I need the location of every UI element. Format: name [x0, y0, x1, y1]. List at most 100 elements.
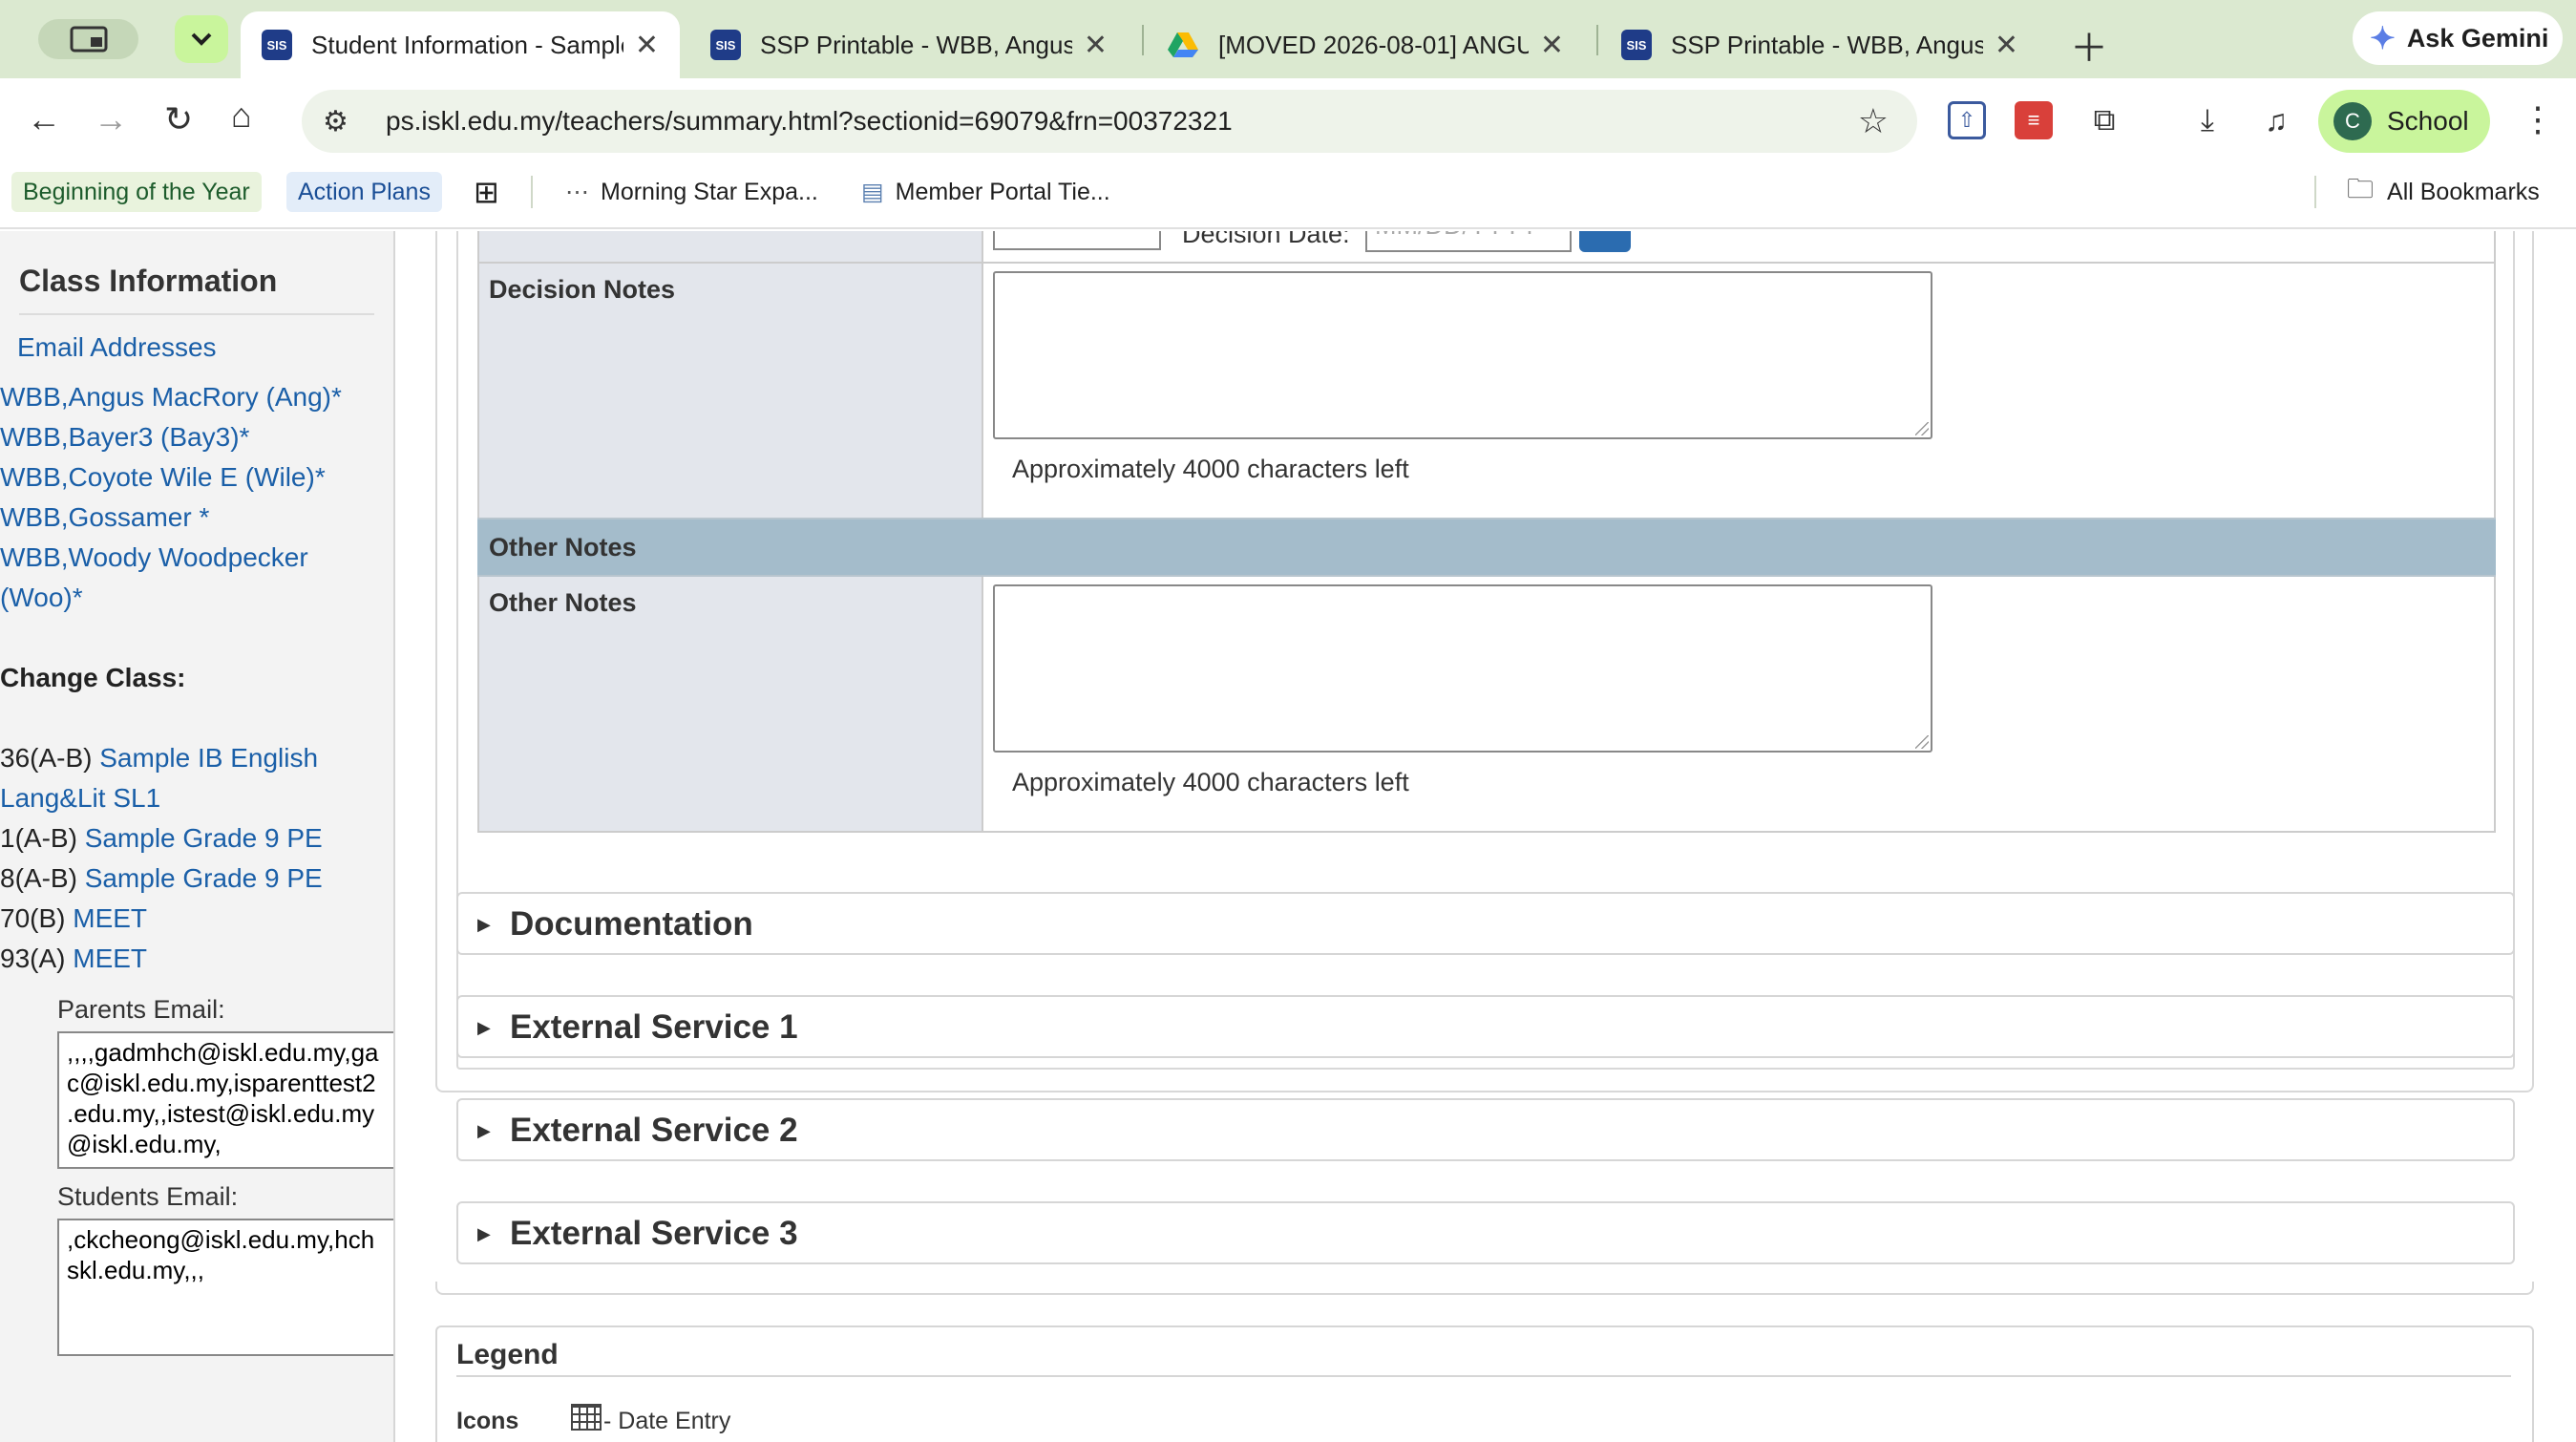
student-link[interactable]: WBB,Woody Woodpecker	[0, 542, 308, 573]
calendar-button[interactable]	[1579, 231, 1631, 252]
address-bar[interactable]: ⚙ ps.iskl.edu.my/teachers/summary.html?s…	[302, 90, 1917, 153]
extensions-puzzle-icon[interactable]: ⧉	[2085, 101, 2123, 139]
decision-select[interactable]	[993, 231, 1161, 250]
tab-search-button[interactable]	[175, 15, 228, 63]
tab-title: SSP Printable - WBB, Angus M	[1671, 30, 1983, 59]
documentation-section[interactable]: ▶ Documentation	[456, 892, 2515, 955]
avatar: C	[2333, 102, 2372, 140]
section-header-text: Other Notes	[489, 533, 637, 562]
date-placeholder: MM/DD/YYYY	[1375, 231, 1538, 240]
all-bookmarks-button[interactable]: 🗀 All Bookmarks	[2335, 172, 2551, 212]
class-period: 93(A) MEET	[0, 944, 147, 974]
profile-button[interactable]: C School	[2318, 90, 2490, 153]
reload-icon[interactable]: ↻	[164, 99, 193, 139]
parents-email-label: Parents Email:	[57, 995, 225, 1024]
triangle-right-icon: ▶	[477, 1121, 491, 1140]
external-service-3-section[interactable]: ▶ External Service 3	[456, 1201, 2515, 1264]
period-text: 1(A-B)	[0, 823, 77, 853]
calendar-icon	[571, 1404, 602, 1431]
triangle-right-icon: ▶	[477, 1018, 491, 1037]
close-icon[interactable]: ✕	[1540, 29, 1564, 62]
ask-gemini-button[interactable]: ✦ Ask Gemini	[2353, 11, 2563, 65]
sis-favicon-icon: SIS	[1621, 30, 1652, 60]
external-service-1-section[interactable]: ▶ External Service 1	[456, 995, 2515, 1058]
email-addresses-link[interactable]: Email Addresses	[17, 332, 217, 363]
window-icon	[70, 26, 107, 53]
legend-box: Legend Icons - Date Entry	[435, 1325, 2534, 1442]
forward-icon[interactable]: →	[94, 99, 128, 139]
bookmark-divider	[2314, 176, 2316, 208]
close-icon[interactable]: ✕	[1995, 29, 2018, 62]
triangle-right-icon: ▶	[477, 1224, 491, 1243]
other-notes-section-header: Other Notes	[477, 518, 2496, 577]
triangle-right-icon: ▶	[477, 915, 491, 934]
class-link[interactable]: Sample Grade 9 PE	[85, 823, 323, 853]
more-menu-icon[interactable]: ⋮	[2521, 99, 2555, 139]
new-tab-button[interactable]: ＋	[2070, 17, 2108, 73]
decision-date-input[interactable]: MM/DD/YYYY	[1365, 231, 1572, 252]
tab-student-information[interactable]: SIS Student Information - Sample ✕	[241, 11, 680, 78]
bookmark-label: Beginning of the Year	[23, 178, 250, 205]
student-link[interactable]: WBB,Bayer3 (Bay3)*	[0, 422, 249, 453]
period-text: 93(A)	[0, 944, 66, 973]
class-link[interactable]: Lang&Lit SL1	[0, 783, 160, 814]
url-text[interactable]: ps.iskl.edu.my/teachers/summary.html?sec…	[386, 106, 1233, 137]
class-link[interactable]: Sample IB English	[99, 743, 318, 773]
students-email-label: Students Email:	[57, 1182, 239, 1211]
drive-icon	[1168, 32, 1198, 57]
ask-gemini-label: Ask Gemini	[2406, 23, 2549, 53]
class-information-sidebar: Class Information Email Addresses WBB,An…	[0, 231, 395, 1442]
class-link[interactable]: MEET	[73, 903, 147, 933]
site-settings-icon[interactable]: ⚙	[323, 105, 361, 138]
divider	[19, 313, 374, 315]
class-period: 8(A-B) Sample Grade 9 PE	[0, 863, 323, 894]
form-panel-bottom	[435, 1282, 2534, 1295]
legend-title: Legend	[456, 1339, 559, 1370]
close-icon[interactable]: ✕	[1084, 29, 1108, 62]
media-control-icon[interactable]: ♫	[2257, 101, 2295, 139]
external-service-2-section[interactable]: ▶ External Service 2	[456, 1098, 2515, 1161]
tab-ssp-printable-1[interactable]: SIS SSP Printable - WBB, Angus M ✕	[689, 11, 1129, 78]
class-period: 36(A-B) Sample IB English	[0, 743, 318, 774]
extension-todoist-icon[interactable]: ≡	[2015, 101, 2053, 139]
student-link[interactable]: WBB,Angus MacRory (Ang)*	[0, 382, 342, 413]
bookmark-star-icon[interactable]: ☆	[1858, 101, 1889, 141]
decision-date-label: Decision Date:	[1182, 231, 1350, 248]
other-notes-textarea[interactable]	[993, 584, 1932, 753]
sis-favicon-icon: SIS	[262, 30, 292, 60]
bookmark-label: Action Plans	[298, 178, 431, 205]
student-link[interactable]: (Woo)*	[0, 583, 83, 613]
class-link[interactable]: MEET	[73, 944, 147, 973]
document-icon: ▤	[861, 179, 884, 205]
download-icon[interactable]: ⤓	[2188, 101, 2227, 139]
tab-moved-drive[interactable]: [MOVED 2026-08-01] ANGUS ✕	[1146, 11, 1585, 78]
parents-email-field[interactable]: ,,,,gadmhch@iskl.edu.my,ga c@iskl.edu.my…	[57, 1031, 393, 1169]
tab-divider	[1596, 25, 1598, 55]
sis-favicon-icon: SIS	[710, 30, 741, 60]
sidebar-title: Class Information	[19, 264, 278, 298]
decision-notes-textarea[interactable]	[993, 271, 1932, 439]
home-icon[interactable]: ⌂	[231, 95, 252, 136]
students-email-field[interactable]: ,ckcheong@iskl.edu.my,hch skl.edu.my,,,	[57, 1219, 393, 1356]
tab-ssp-printable-2[interactable]: SIS SSP Printable - WBB, Angus M ✕	[1600, 11, 2039, 78]
tab-groups-button[interactable]	[38, 19, 138, 59]
bookmark-label: All Bookmarks	[2387, 178, 2540, 205]
bookmark-morning-star[interactable]: ⋯ Morning Star Expa...	[554, 172, 830, 212]
decision-notes-label: Decision Notes	[489, 275, 676, 304]
tab-title: SSP Printable - WBB, Angus M	[760, 30, 1072, 59]
extension-upload-icon[interactable]: ⇧	[1948, 101, 1986, 139]
student-link[interactable]: WBB,Coyote Wile E (Wile)*	[0, 462, 326, 493]
decision-notes-char-count: Approximately 4000 characters left	[1012, 455, 1409, 483]
chevron-down-icon	[191, 32, 212, 46]
bookmark-beginning-of-year[interactable]: Beginning of the Year	[11, 172, 262, 212]
bookmark-member-portal[interactable]: ▤ Member Portal Tie...	[850, 172, 1122, 212]
bookmark-action-plans[interactable]: Action Plans	[286, 172, 442, 212]
student-link[interactable]: WBB,Gossamer *	[0, 502, 209, 533]
bookmark-label: Member Portal Tie...	[895, 178, 1110, 205]
apps-grid-icon[interactable]: ⊞	[462, 172, 511, 212]
close-icon[interactable]: ✕	[635, 29, 659, 62]
legend-date-entry: - Date Entry	[603, 1408, 731, 1434]
class-link[interactable]: Sample Grade 9 PE	[85, 863, 323, 893]
back-icon[interactable]: ←	[27, 99, 61, 139]
main-content: Decision Date: MM/DD/YYYY Decision Notes…	[397, 231, 2576, 1442]
